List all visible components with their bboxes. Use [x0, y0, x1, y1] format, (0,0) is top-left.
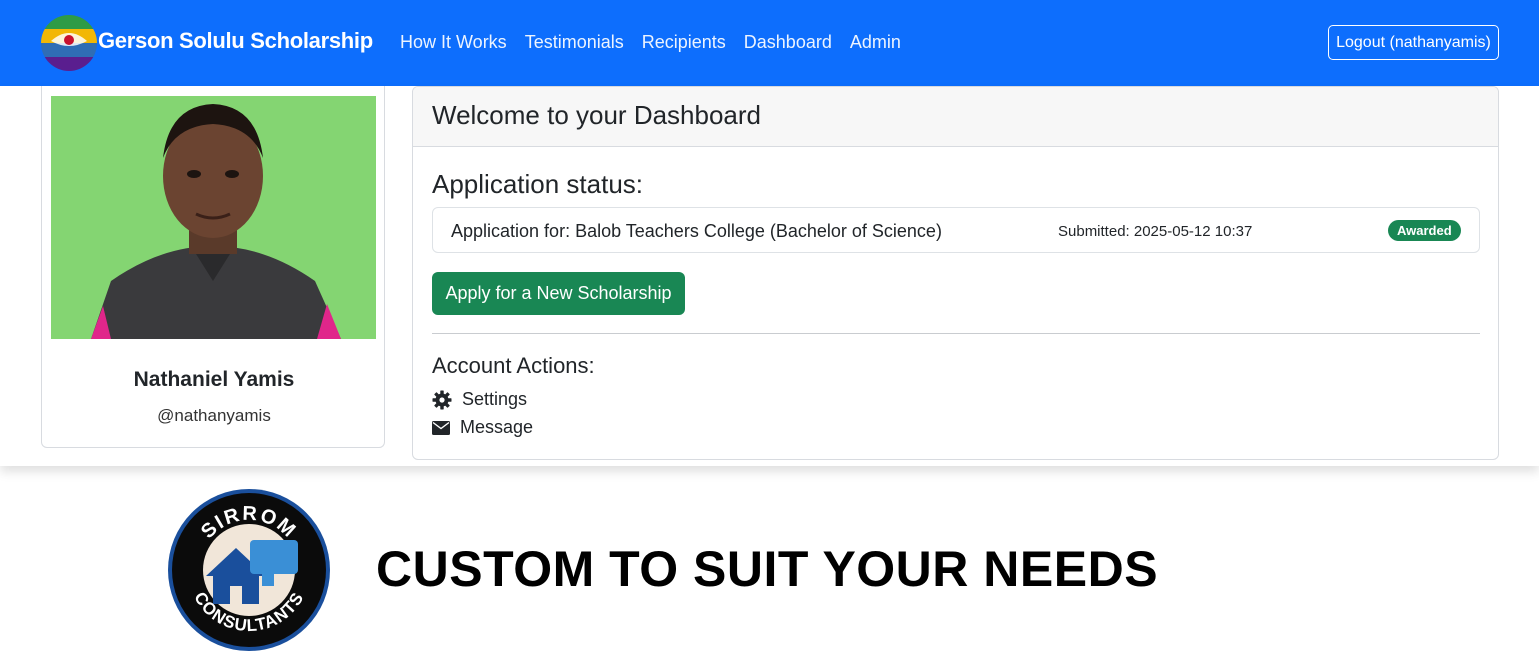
- nav-link-admin[interactable]: Admin: [850, 32, 901, 53]
- nav-link-recipients[interactable]: Recipients: [642, 32, 726, 53]
- dashboard-header: Welcome to your Dashboard: [413, 87, 1498, 147]
- gear-icon: [432, 390, 452, 409]
- account-actions-title: Account Actions:: [432, 353, 595, 378]
- profile-card: Nathaniel Yamis @nathanyamis: [41, 86, 385, 448]
- apply-new-scholarship-button[interactable]: Apply for a New Scholarship: [432, 272, 685, 315]
- dashboard-title: Welcome to your Dashboard: [432, 100, 762, 130]
- main-area: Nathaniel Yamis @nathanyamis Welcome to …: [0, 86, 1539, 466]
- brand-logo[interactable]: [41, 15, 97, 71]
- profile-username: @nathanyamis: [157, 406, 271, 425]
- settings-link[interactable]: Settings: [432, 389, 527, 410]
- message-label: Message: [460, 417, 534, 437]
- logout-button[interactable]: Logout (nathanyamis): [1328, 25, 1499, 60]
- application-for: Application for: Balob Teachers College …: [451, 221, 942, 241]
- application-submitted: Submitted: 2025-05-12 10:37: [1058, 223, 1253, 240]
- settings-label: Settings: [462, 389, 528, 409]
- navbar: Gerson Solulu Scholarship How It Works T…: [0, 0, 1539, 86]
- envelope-icon: [432, 420, 450, 435]
- brand-name[interactable]: Gerson Solulu Scholarship: [98, 28, 373, 54]
- message-link[interactable]: Message: [432, 417, 533, 438]
- application-status-title: Application status:: [432, 169, 644, 199]
- application-row: Application for: Balob Teachers College …: [432, 207, 1480, 253]
- nav-link-how-it-works[interactable]: How It Works: [400, 32, 507, 53]
- divider: [432, 333, 1480, 334]
- status-badge: Awarded: [1388, 220, 1461, 241]
- footer-tagline: CUSTOM TO SUIT YOUR NEEDS: [376, 541, 1159, 597]
- sirrom-consultants-logo: SIRROM CONSULTANTS: [166, 488, 332, 652]
- nav-links: How It Works Testimonials Recipients Das…: [400, 32, 901, 53]
- dashboard-card: Welcome to your Dashboard Application st…: [412, 86, 1499, 460]
- nav-link-dashboard[interactable]: Dashboard: [744, 32, 832, 53]
- profile-photo: [51, 96, 376, 339]
- profile-name: Nathaniel Yamis: [133, 368, 295, 391]
- nav-link-testimonials[interactable]: Testimonials: [525, 32, 624, 53]
